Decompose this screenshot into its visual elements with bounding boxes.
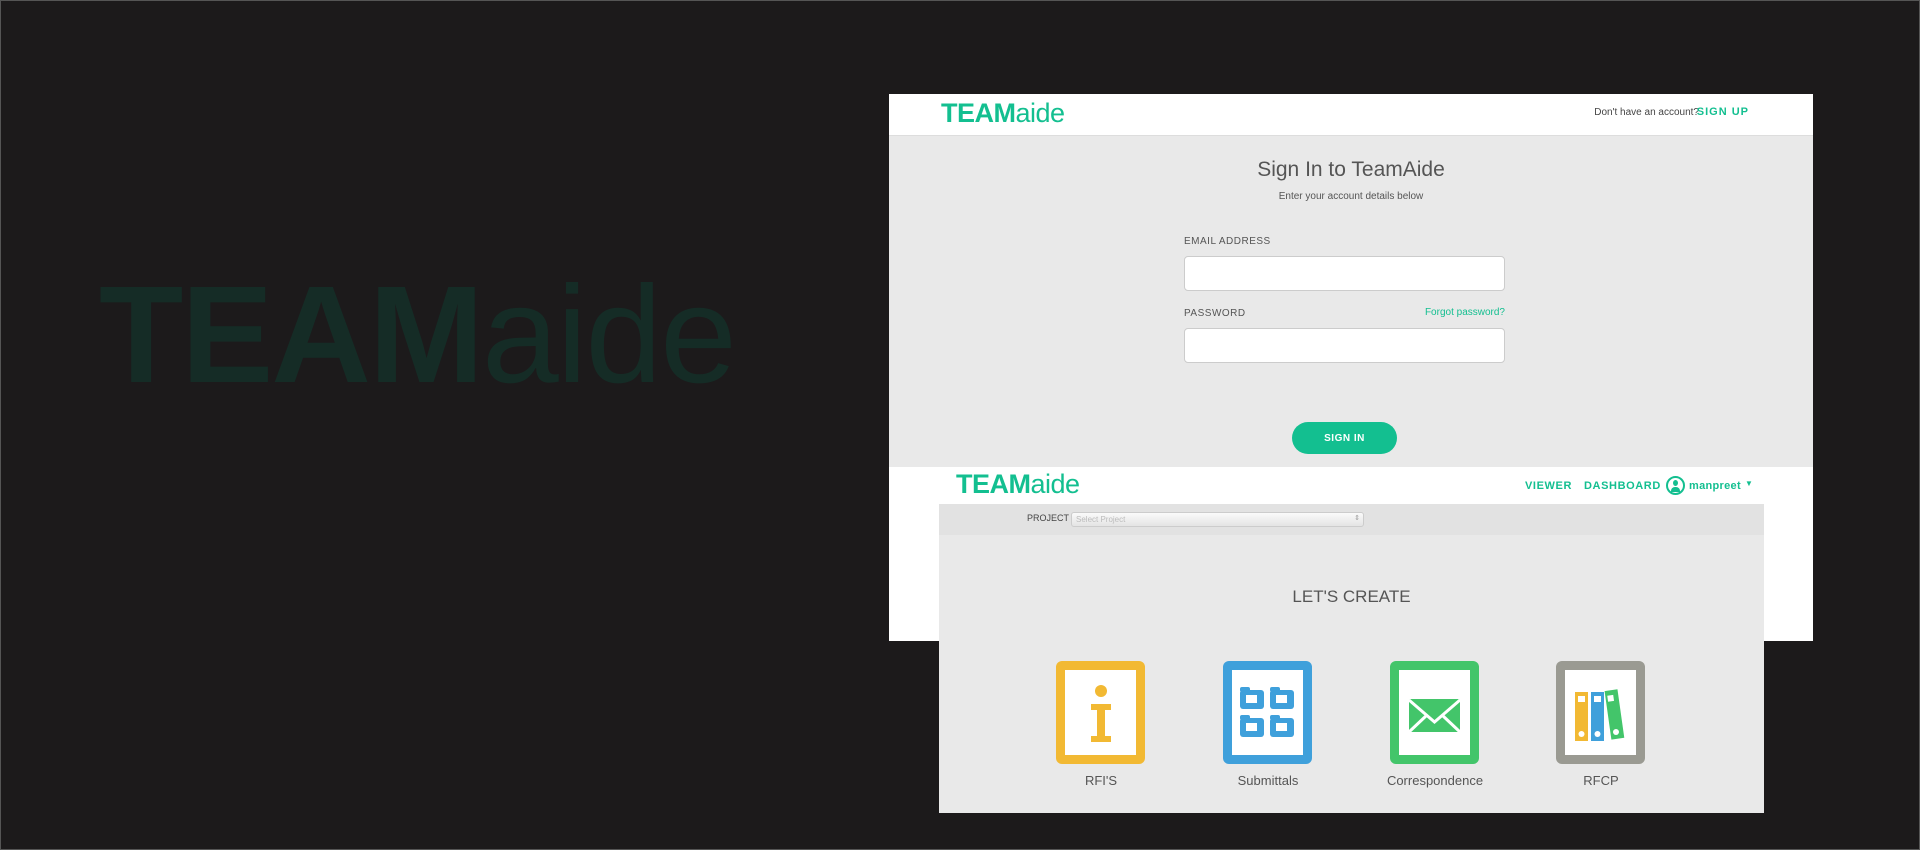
user-menu[interactable]: manpreet (1689, 480, 1741, 492)
email-label: EMAIL ADDRESS (1184, 236, 1271, 247)
rfcp-card[interactable] (1556, 661, 1645, 764)
chevron-down-icon[interactable]: ▼ (1745, 479, 1753, 488)
logo: TEAMaide (941, 98, 1065, 128)
email-input[interactable] (1184, 256, 1505, 291)
dashboard-header: TEAMaide VIEWER DASHBOARD manpreet ▼ (939, 467, 1764, 504)
sign-in-button[interactable]: SIGN IN (1292, 422, 1397, 454)
folders-icon (1240, 687, 1294, 737)
password-input[interactable] (1184, 328, 1505, 363)
forgot-password-link[interactable]: Forgot password? (1425, 307, 1505, 318)
lets-create-heading: LET'S CREATE (1292, 587, 1411, 606)
password-label: PASSWORD (1184, 308, 1246, 319)
submittals-card[interactable] (1223, 661, 1312, 764)
logo: TEAMaide (956, 469, 1080, 499)
project-label: PROJECT (1027, 513, 1070, 523)
background-logo-watermark: TEAMaide (99, 258, 737, 412)
dashboard-screen: TEAMaide VIEWER DASHBOARD manpreet ▼ PRO… (939, 467, 1764, 813)
rfi-label[interactable]: RFI'S (1021, 773, 1181, 788)
sign-up-link[interactable]: SIGN UP (1697, 106, 1749, 118)
envelope-icon (1407, 698, 1462, 734)
user-avatar-icon[interactable] (1666, 476, 1685, 495)
submittals-label[interactable]: Submittals (1188, 773, 1348, 788)
binders-icon (1575, 689, 1625, 741)
signin-header: TEAMaide Don't have an account? SIGN UP (889, 94, 1813, 136)
correspondence-card[interactable] (1390, 661, 1479, 764)
rfi-card[interactable] (1056, 661, 1145, 764)
info-icon (1091, 685, 1111, 742)
nav-viewer[interactable]: VIEWER (1525, 480, 1572, 492)
signin-body: Sign In to TeamAide Enter your account d… (889, 136, 1813, 467)
project-select[interactable]: Select Project ⇕ (1071, 512, 1364, 527)
correspondence-label[interactable]: Correspondence (1355, 773, 1515, 788)
page-subtitle: Enter your account details below (1278, 191, 1424, 202)
no-account-text: Don't have an account? (1594, 107, 1699, 118)
nav-dashboard[interactable]: DASHBOARD (1584, 480, 1661, 492)
project-bar: PROJECT Select Project ⇕ (939, 504, 1764, 535)
page-title: Sign In to TeamAide (1257, 158, 1445, 181)
rfcp-label[interactable]: RFCP (1521, 773, 1681, 788)
